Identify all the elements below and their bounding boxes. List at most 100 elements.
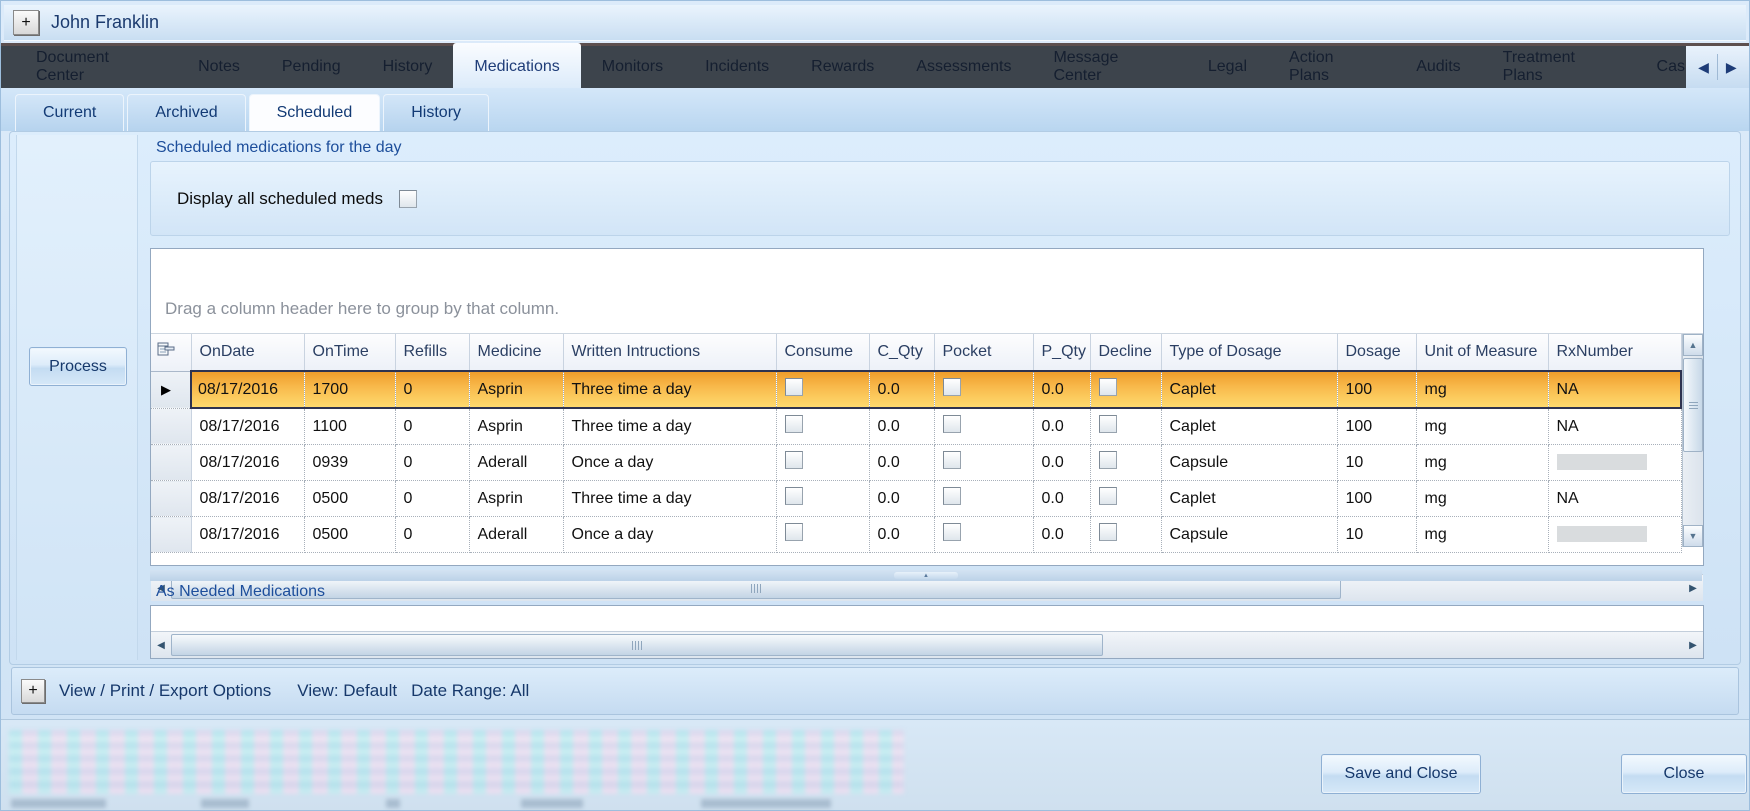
nav-tab-legal[interactable]: Legal <box>1187 46 1268 88</box>
nav-scroll-right-icon[interactable]: ▶ <box>1726 59 1737 76</box>
pocket-checkbox[interactable] <box>942 415 961 433</box>
cell-pocket <box>934 408 1034 445</box>
column-header-written-intructions[interactable]: Written Intructions <box>563 334 777 372</box>
scroll-up-icon[interactable]: ▲ <box>1683 334 1703 356</box>
column-header-ontime[interactable]: OnTime <box>304 334 396 372</box>
cell-pocket <box>934 444 1034 481</box>
grid-vertical-scrollbar[interactable]: ▲ ▼ <box>1682 334 1703 547</box>
consume-checkbox[interactable] <box>784 487 803 505</box>
nav-tab-medications[interactable]: Medications <box>453 43 581 88</box>
expand-options-button[interactable]: + <box>21 679 45 703</box>
subtab-history[interactable]: History <box>383 94 490 131</box>
scroll-left-icon[interactable]: ◀ <box>151 633 171 657</box>
column-header-c-qty[interactable]: C_Qty <box>869 334 935 372</box>
pocket-checkbox[interactable] <box>942 523 961 541</box>
table-row[interactable]: 08/17/2016 0500 0 Aderall Once a day 0.0 0.0 Ca… <box>151 516 1682 553</box>
save-and-close-button[interactable]: Save and Close <box>1321 754 1481 794</box>
nav-tab-notes[interactable]: Notes <box>177 46 261 88</box>
display-all-groupbox: Display all scheduled meds <box>150 161 1730 236</box>
column-header-medicine[interactable]: Medicine <box>469 334 564 372</box>
column-header-ondate[interactable]: OnDate <box>191 334 305 372</box>
column-header-decline[interactable]: Decline <box>1090 334 1162 372</box>
table-row[interactable]: ▶ 08/17/2016 1700 0 Asprin Three time a day 0.… <box>151 370 1682 409</box>
splitter-grip-icon[interactable]: ▲ <box>894 572 958 579</box>
redacted-blur-region <box>9 730 904 794</box>
nav-scroll-left-icon[interactable]: ◀ <box>1698 59 1709 76</box>
cell-rx-number: NA <box>1548 480 1682 517</box>
column-header-rxnumber[interactable]: RxNumber <box>1548 334 1682 372</box>
column-header-p-qty[interactable]: P_Qty <box>1033 334 1091 372</box>
cell-dosage-type: Capsule <box>1161 516 1338 553</box>
cell-instructions: Three time a day <box>563 408 777 445</box>
cell-unit: mg <box>1416 516 1549 553</box>
cell-on-time: 1700 <box>304 370 396 409</box>
cell-consume <box>776 408 870 445</box>
pocket-checkbox[interactable] <box>942 451 961 469</box>
nav-tab-monitors[interactable]: Monitors <box>581 46 684 88</box>
cell-on-date: 08/17/2016 <box>191 408 305 445</box>
consume-checkbox[interactable] <box>784 451 803 469</box>
grid-customize-icon-cell[interactable] <box>151 334 192 372</box>
nav-tab-action-plans[interactable]: Action Plans <box>1268 46 1395 88</box>
scroll-down-icon[interactable]: ▼ <box>1683 525 1703 547</box>
expand-patient-button[interactable]: + <box>13 10 39 35</box>
cell-consume <box>776 480 870 517</box>
nav-scroll-arrows: ◀ ▶ <box>1685 46 1749 88</box>
nav-tab-message-center[interactable]: Message Center <box>1032 46 1186 88</box>
nav-tab-cas[interactable]: Cas <box>1636 46 1686 88</box>
pocket-checkbox[interactable] <box>942 487 961 505</box>
subnav-tabs: Current Archived Scheduled History <box>15 94 490 131</box>
group-by-panel[interactable]: Drag a column header here to group by th… <box>151 249 1703 334</box>
subtab-archived[interactable]: Archived <box>127 94 246 131</box>
subtab-scheduled[interactable]: Scheduled <box>248 94 381 131</box>
consume-checkbox[interactable] <box>784 523 803 541</box>
as-needed-horizontal-scrollbar[interactable]: ◀ ▶ <box>151 631 1703 658</box>
cell-on-date: 08/17/2016 <box>190 370 305 409</box>
decline-checkbox[interactable] <box>1098 487 1117 505</box>
cell-on-time: 0939 <box>304 444 396 481</box>
vertical-scroll-thumb[interactable] <box>1683 358 1703 452</box>
decline-checkbox[interactable] <box>1098 451 1117 469</box>
nav-tab-assessments[interactable]: Assessments <box>895 46 1032 88</box>
table-row[interactable]: 08/17/2016 0939 0 Aderall Once a day 0.0 0.0 Ca… <box>151 444 1682 481</box>
column-header-refills[interactable]: Refills <box>395 334 470 372</box>
close-button[interactable]: Close <box>1621 754 1747 794</box>
cell-instructions: Once a day <box>563 444 777 481</box>
table-row[interactable]: 08/17/2016 0500 0 Asprin Three time a day 0.0… <box>151 480 1682 517</box>
nav-tab-incidents[interactable]: Incidents <box>684 46 790 88</box>
horizontal-scroll-thumb[interactable] <box>171 634 1103 656</box>
decline-checkbox[interactable] <box>1098 378 1117 396</box>
row-indicator-cell <box>151 444 192 481</box>
column-header-dosage[interactable]: Dosage <box>1337 334 1417 372</box>
column-header-pocket[interactable]: Pocket <box>934 334 1034 372</box>
table-row[interactable]: 08/17/2016 1100 0 Asprin Three time a day 0.0… <box>151 408 1682 445</box>
process-button[interactable]: Process <box>29 347 127 386</box>
consume-checkbox[interactable] <box>784 378 803 396</box>
column-header-type-of-dosage[interactable]: Type of Dosage <box>1161 334 1338 372</box>
column-header-unit-of-measure[interactable]: Unit of Measure <box>1416 334 1549 372</box>
display-all-checkbox[interactable] <box>399 189 417 208</box>
panel-splitter[interactable]: ▲ <box>150 570 1702 581</box>
nav-tab-pending[interactable]: Pending <box>261 46 362 88</box>
column-header-consume[interactable]: Consume <box>776 334 870 372</box>
cell-unit: mg <box>1416 370 1549 409</box>
consume-checkbox[interactable] <box>784 415 803 433</box>
nav-tab-history[interactable]: History <box>362 46 454 88</box>
nav-tab-audits[interactable]: Audits <box>1395 46 1481 88</box>
title-bar: + John Franklin <box>4 5 1746 41</box>
cell-rx-number: NA <box>1548 370 1682 409</box>
scroll-right-icon[interactable]: ▶ <box>1683 633 1703 657</box>
cell-p-qty: 0.0 <box>1033 408 1091 445</box>
cell-unit: mg <box>1416 408 1549 445</box>
decline-checkbox[interactable] <box>1098 523 1117 541</box>
decline-checkbox[interactable] <box>1098 415 1117 433</box>
nav-tab-document-center[interactable]: Document Center <box>15 46 177 88</box>
nav-tab-treatment-plans[interactable]: Treatment Plans <box>1482 46 1636 88</box>
subtab-current[interactable]: Current <box>15 94 125 131</box>
nav-tab-rewards[interactable]: Rewards <box>790 46 895 88</box>
cell-dosage-type: Caplet <box>1161 408 1338 445</box>
view-print-export-bar: + View / Print / Export Options View: De… <box>11 667 1739 715</box>
footer-bar: Save and Close Close <box>1 719 1749 810</box>
cell-consume <box>776 444 870 481</box>
pocket-checkbox[interactable] <box>942 378 961 396</box>
